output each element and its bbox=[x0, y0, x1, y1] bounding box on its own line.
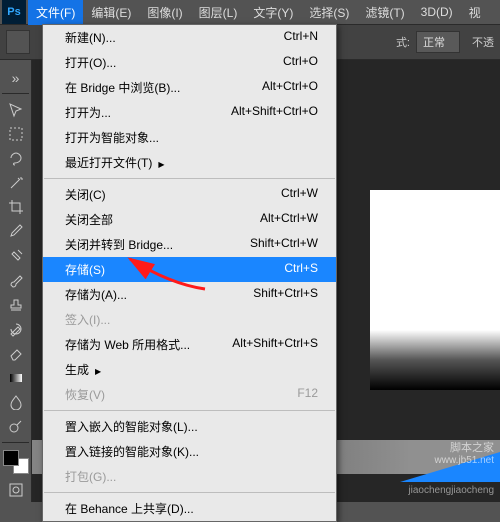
dodge-tool[interactable] bbox=[3, 415, 29, 437]
menu-item-[interactable]: 打开为智能对象... bbox=[43, 125, 336, 150]
menu-item-g: 打包(G)... bbox=[43, 464, 336, 489]
menu-item-web[interactable]: 存储为 Web 所用格式...Alt+Shift+Ctrl+S bbox=[43, 332, 336, 357]
menu-item-behanced[interactable]: 在 Behance 上共享(D)... bbox=[43, 496, 336, 521]
menu-edit[interactable]: 编辑(E) bbox=[83, 0, 139, 25]
menu-file[interactable]: 文件(F) bbox=[28, 0, 83, 25]
menu-item-[interactable]: 生成 bbox=[43, 357, 336, 382]
marquee-tool[interactable] bbox=[3, 123, 29, 145]
stamp-tool[interactable] bbox=[3, 293, 29, 315]
file-menu-dropdown: 新建(N)...Ctrl+N打开(O)...Ctrl+O在 Bridge 中浏览… bbox=[42, 24, 337, 522]
wand-tool[interactable] bbox=[3, 171, 29, 193]
history-brush-tool[interactable] bbox=[3, 318, 29, 340]
mode-label: 式: bbox=[396, 34, 410, 50]
blend-mode-select[interactable]: 正常 bbox=[416, 31, 460, 53]
menu-item-n[interactable]: 新建(N)...Ctrl+N bbox=[43, 25, 336, 50]
menu-item-l[interactable]: 置入嵌入的智能对象(L)... bbox=[43, 414, 336, 439]
menu-item-bridge[interactable]: 关闭并转到 Bridge...Shift+Ctrl+W bbox=[43, 232, 336, 257]
watermark-footer: jiaochengjiaocheng bbox=[408, 485, 494, 496]
blur-tool[interactable] bbox=[3, 391, 29, 413]
quickmask-tool[interactable] bbox=[3, 479, 29, 501]
menu-filter[interactable]: 滤镜(T) bbox=[357, 0, 412, 25]
menu-item-[interactable]: 关闭全部Alt+Ctrl+W bbox=[43, 207, 336, 232]
menu-3d[interactable]: 3D(D) bbox=[413, 1, 461, 23]
menu-type[interactable]: 文字(Y) bbox=[245, 0, 301, 25]
healing-tool[interactable] bbox=[3, 245, 29, 267]
menu-item-i: 签入(I)... bbox=[43, 307, 336, 332]
menu-item-o[interactable]: 打开(O)...Ctrl+O bbox=[43, 50, 336, 75]
tool-preset-button[interactable] bbox=[6, 30, 30, 54]
menu-item-c[interactable]: 关闭(C)Ctrl+W bbox=[43, 182, 336, 207]
menu-item-k[interactable]: 置入链接的智能对象(K)... bbox=[43, 439, 336, 464]
brush-tool[interactable] bbox=[3, 269, 29, 291]
menu-layer[interactable]: 图层(L) bbox=[191, 0, 246, 25]
document bbox=[370, 190, 500, 390]
menu-view[interactable]: 视 bbox=[461, 0, 489, 25]
menu-item-a[interactable]: 存储为(A)...Shift+Ctrl+S bbox=[43, 282, 336, 307]
gradient-tool[interactable] bbox=[3, 366, 29, 388]
eyedropper-tool[interactable] bbox=[3, 220, 29, 242]
menu-item-t[interactable]: 最近打开文件(T) bbox=[43, 150, 336, 175]
eraser-tool[interactable] bbox=[3, 342, 29, 364]
menu-item-bridgeb[interactable]: 在 Bridge 中浏览(B)...Alt+Ctrl+O bbox=[43, 75, 336, 100]
app-logo: Ps bbox=[2, 0, 26, 24]
move-tool[interactable] bbox=[3, 98, 29, 120]
menu-image[interactable]: 图像(I) bbox=[139, 0, 190, 25]
opacity-label: 不透 bbox=[472, 34, 494, 50]
menu-item-v: 恢复(V)F12 bbox=[43, 382, 336, 407]
menu-item-[interactable]: 打开为...Alt+Shift+Ctrl+O bbox=[43, 100, 336, 125]
expand-icon[interactable]: » bbox=[3, 67, 29, 89]
menu-item-s[interactable]: 存储(S)Ctrl+S bbox=[43, 257, 336, 282]
menubar: Ps 文件(F) 编辑(E) 图像(I) 图层(L) 文字(Y) 选择(S) 滤… bbox=[0, 0, 500, 24]
watermark: 脚本之家 www.jb51.net bbox=[435, 439, 494, 466]
lasso-tool[interactable] bbox=[3, 147, 29, 169]
crop-tool[interactable] bbox=[3, 196, 29, 218]
tool-panel: » bbox=[0, 60, 32, 502]
menu-select[interactable]: 选择(S) bbox=[301, 0, 357, 25]
color-swatches[interactable] bbox=[3, 450, 29, 474]
